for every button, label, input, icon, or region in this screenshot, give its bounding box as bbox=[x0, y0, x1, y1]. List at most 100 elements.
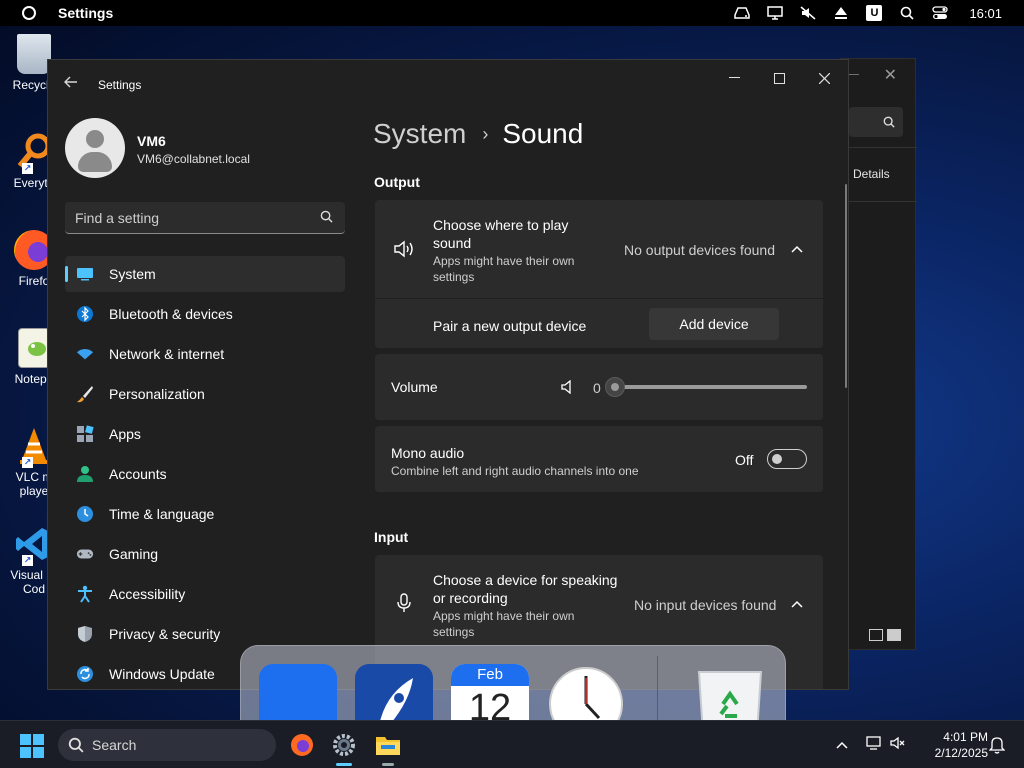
taskbar-date: 2/12/2025 bbox=[934, 746, 988, 760]
divider bbox=[375, 298, 823, 299]
display-icon[interactable] bbox=[764, 3, 786, 23]
calendar-month: Feb bbox=[451, 664, 529, 686]
content-scrollbar[interactable] bbox=[845, 184, 847, 388]
mono-audio-card: Mono audio Combine left and right audio … bbox=[375, 426, 823, 492]
find-setting-input[interactable] bbox=[75, 209, 315, 226]
running-indicator bbox=[382, 763, 394, 766]
mono-audio-toggle[interactable] bbox=[767, 449, 807, 469]
brush-icon bbox=[76, 385, 94, 403]
start-button[interactable] bbox=[20, 734, 44, 758]
settings-window: Settings VM6 VM6@collabnet.local System … bbox=[47, 59, 849, 690]
taskbar-settings[interactable] bbox=[328, 729, 360, 766]
taskbar: Search 4:01 PM 2/12/2025 bbox=[0, 720, 1024, 768]
bg-window-close-button[interactable]: ✕ bbox=[884, 65, 897, 85]
dock-clock[interactable] bbox=[547, 664, 625, 724]
output-choose-subtitle: Apps might have their own settings bbox=[433, 254, 575, 284]
tiles-view-icon[interactable] bbox=[887, 629, 901, 641]
nav-item-label: Apps bbox=[109, 426, 141, 442]
mono-audio-title: Mono audio bbox=[391, 445, 465, 461]
divider bbox=[657, 656, 658, 724]
taskbar-firefox[interactable] bbox=[286, 729, 318, 761]
u-badge-icon[interactable]: U bbox=[863, 3, 885, 23]
view-toggle bbox=[869, 629, 901, 641]
page-title: Sound bbox=[502, 118, 584, 149]
output-device-selector[interactable]: Choose where to play sound Apps might ha… bbox=[375, 200, 823, 298]
taskbar-file-explorer[interactable] bbox=[372, 729, 404, 766]
input-choose-title: Choose a device for speaking or recordin… bbox=[433, 572, 618, 606]
close-icon bbox=[818, 72, 830, 84]
nav-item-gaming[interactable]: Gaming bbox=[65, 536, 345, 572]
nav-item-accessibility[interactable]: Accessibility bbox=[65, 576, 345, 612]
globe-clock-icon bbox=[76, 505, 94, 523]
close-button[interactable] bbox=[804, 68, 844, 88]
nav-item-label: Time & language bbox=[109, 506, 215, 522]
details-button[interactable]: Details bbox=[853, 167, 890, 181]
breadcrumb-parent[interactable]: System bbox=[373, 118, 466, 150]
search-icon[interactable] bbox=[896, 3, 918, 23]
details-view-icon[interactable] bbox=[869, 629, 883, 641]
eject-icon[interactable] bbox=[830, 3, 852, 23]
chevron-up-icon[interactable] bbox=[791, 595, 803, 611]
dock-app-blue[interactable] bbox=[259, 664, 337, 724]
avatar[interactable] bbox=[65, 118, 125, 178]
settings-nav: System Bluetooth & devices Network & int… bbox=[65, 256, 345, 689]
nav-item-accounts[interactable]: Accounts bbox=[65, 456, 345, 492]
drive-icon[interactable] bbox=[731, 3, 753, 23]
accessibility-icon bbox=[76, 585, 94, 603]
add-device-button[interactable]: Add device bbox=[649, 308, 779, 340]
input-device-value: No input devices found bbox=[634, 597, 777, 613]
mono-audio-subtitle: Combine left and right audio channels in… bbox=[391, 464, 639, 478]
shield-icon bbox=[76, 625, 94, 643]
activities-circle-icon[interactable] bbox=[22, 6, 36, 20]
pair-device-label: Pair a new output device bbox=[433, 318, 587, 334]
find-setting-search[interactable] bbox=[65, 202, 345, 234]
background-explorer-window[interactable]: — ✕ Details bbox=[840, 58, 917, 650]
top-bar: Settings U 16:01 bbox=[0, 0, 1024, 26]
nav-item-label: Accessibility bbox=[109, 586, 186, 602]
nav-item-label: Bluetooth & devices bbox=[109, 306, 233, 322]
active-indicator bbox=[336, 763, 352, 766]
nav-item-time-language[interactable]: Time & language bbox=[65, 496, 345, 532]
taskbar-clock[interactable]: 4:01 PM 2/12/2025 bbox=[918, 729, 988, 761]
volume-slider-thumb[interactable] bbox=[605, 377, 625, 397]
taskbar-tray bbox=[836, 721, 906, 768]
notification-bell-icon[interactable] bbox=[988, 736, 1006, 759]
dock-trash[interactable] bbox=[691, 664, 769, 724]
output-choose-title: Choose where to play sound bbox=[433, 217, 569, 251]
nav-item-apps[interactable]: Apps bbox=[65, 416, 345, 452]
nav-item-label: Personalization bbox=[109, 386, 205, 402]
network-display-icon[interactable] bbox=[866, 735, 882, 755]
bg-window-search-box[interactable] bbox=[849, 107, 903, 137]
input-device-selector[interactable]: Choose a device for speaking or recordin… bbox=[375, 555, 823, 653]
speaker-icon bbox=[393, 240, 415, 263]
nav-item-network[interactable]: Network & internet bbox=[65, 336, 345, 372]
minimize-button[interactable] bbox=[714, 68, 754, 88]
dock-launcher[interactable] bbox=[355, 664, 433, 724]
maximize-button[interactable] bbox=[759, 68, 799, 88]
toggles-icon[interactable] bbox=[929, 3, 951, 23]
nav-item-personalization[interactable]: Personalization bbox=[65, 376, 345, 412]
trash-icon bbox=[697, 671, 763, 724]
dock-calendar[interactable]: Feb 12 bbox=[451, 664, 529, 724]
volume-slider-track[interactable] bbox=[615, 385, 807, 389]
person-icon bbox=[76, 465, 94, 483]
volume-speaker-icon[interactable] bbox=[561, 379, 575, 399]
top-bar-tray: U 16:01 bbox=[720, 0, 1024, 26]
notepad-plus-plus-icon bbox=[18, 328, 50, 368]
mono-audio-state: Off bbox=[735, 452, 754, 468]
monitor-icon bbox=[76, 265, 94, 283]
maximize-icon bbox=[773, 72, 785, 84]
volume-card: Volume 0 bbox=[375, 354, 823, 420]
search-icon bbox=[320, 210, 333, 228]
back-arrow-icon[interactable] bbox=[64, 75, 78, 93]
volume-muted-icon[interactable] bbox=[890, 736, 906, 755]
muted-speaker-icon[interactable] bbox=[797, 3, 819, 23]
taskbar-search[interactable]: Search bbox=[58, 729, 276, 761]
chevron-up-icon[interactable] bbox=[836, 736, 848, 754]
nav-item-system[interactable]: System bbox=[65, 256, 345, 292]
search-icon bbox=[68, 737, 84, 756]
gamepad-icon bbox=[76, 545, 94, 563]
chevron-up-icon[interactable] bbox=[791, 240, 803, 256]
nav-item-bluetooth[interactable]: Bluetooth & devices bbox=[65, 296, 345, 332]
top-bar-clock: 16:01 bbox=[969, 5, 1002, 21]
